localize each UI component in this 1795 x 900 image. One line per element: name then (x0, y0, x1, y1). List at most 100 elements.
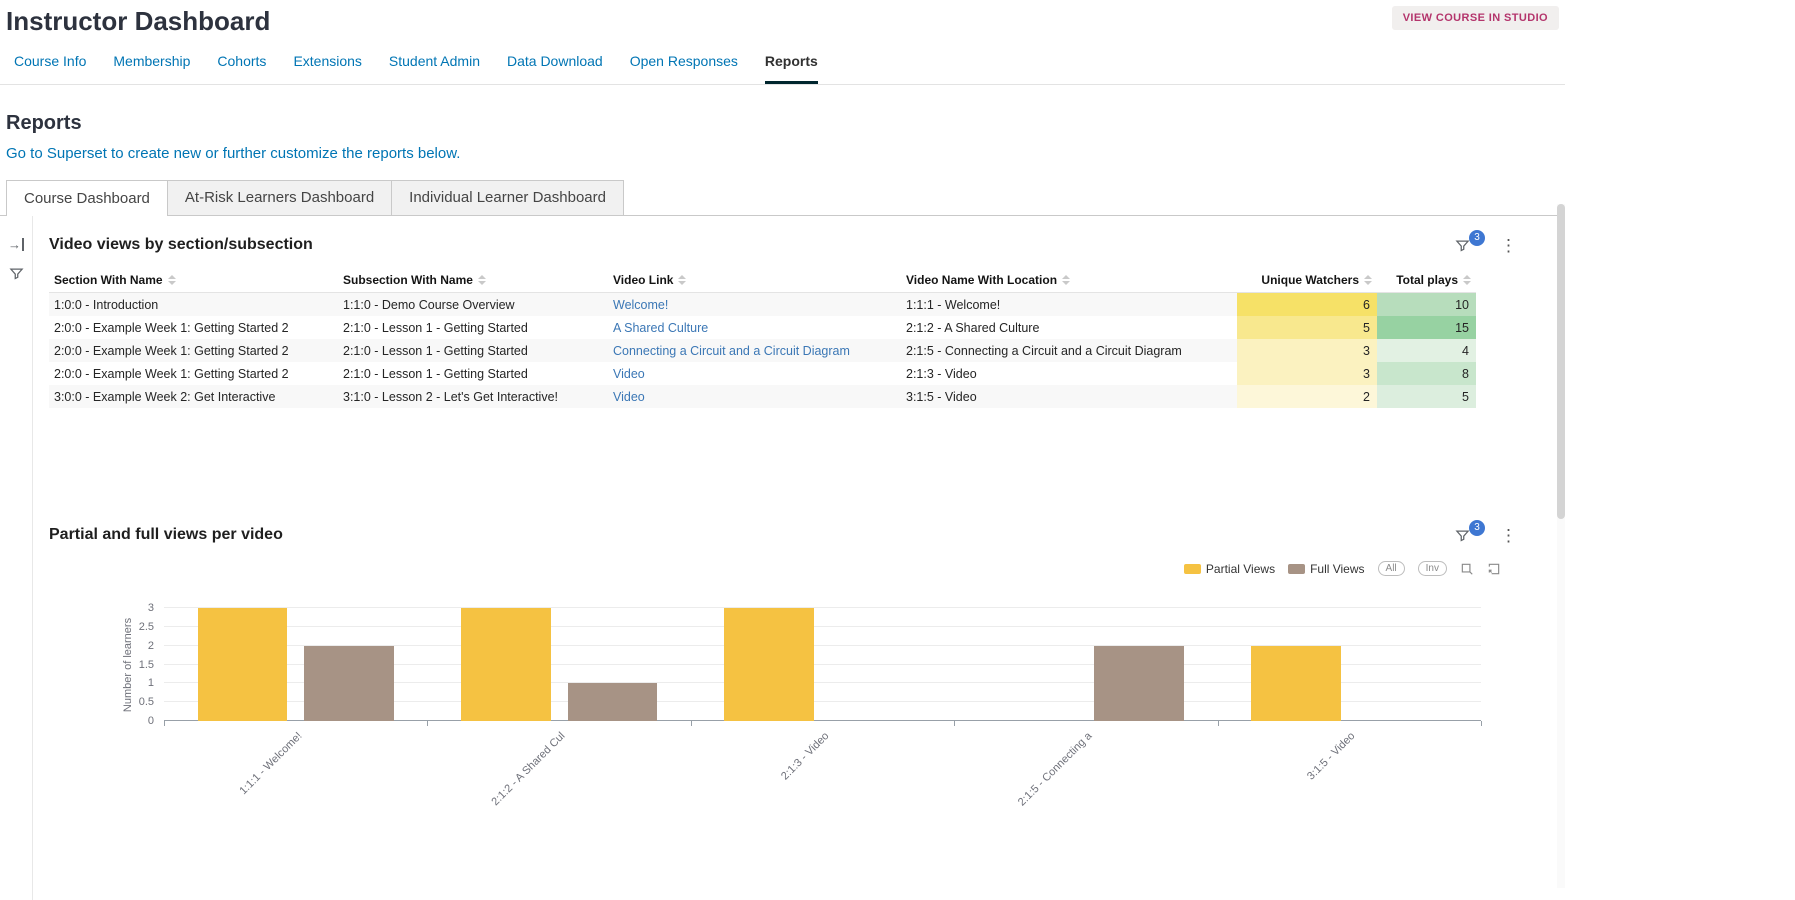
cell-section: 1:0:0 - Introduction (49, 293, 338, 317)
cell-video-name: 3:1:5 - Video (901, 385, 1237, 408)
bar-group (691, 608, 954, 721)
filter-count-badge: 3 (1469, 230, 1485, 246)
video-link[interactable]: Connecting a Circuit and a Circuit Diagr… (613, 344, 850, 358)
filter-rail: → (0, 216, 33, 900)
video-views-table: Section With Name Subsection With Name V… (49, 268, 1476, 408)
chart-legend: Partial Views Full Views All Inv (49, 561, 1501, 576)
kebab-menu-icon[interactable]: ⋮ (1500, 237, 1517, 254)
card-header: Partial and full views per video 3 ⋮ (49, 526, 1517, 544)
dashboard-tabs: Course Dashboard At-Risk Learners Dashbo… (0, 180, 1565, 216)
y-tick-label: 0.5 (139, 696, 154, 708)
legend-swatch-partial (1184, 564, 1201, 574)
legend-full-views[interactable]: Full Views (1288, 562, 1364, 576)
nav-data-download[interactable]: Data Download (507, 53, 603, 84)
x-axis-tick (1481, 721, 1482, 726)
kebab-menu-icon[interactable]: ⋮ (1500, 527, 1517, 544)
col-video-name-with-location[interactable]: Video Name With Location (901, 268, 1237, 293)
video-views-table-card: Video views by section/subsection 3 ⋮ (49, 236, 1517, 408)
legend-partial-views[interactable]: Partial Views (1184, 562, 1275, 576)
legend-all-button[interactable]: All (1378, 561, 1405, 576)
scrollbar-thumb[interactable] (1557, 204, 1565, 519)
view-course-in-studio-button[interactable]: VIEW COURSE IN STUDIO (1392, 6, 1559, 30)
tab-course-dashboard[interactable]: Course Dashboard (6, 180, 168, 216)
table-header-row: Section With Name Subsection With Name V… (49, 268, 1476, 293)
table-row: 2:0:0 - Example Week 1: Getting Started … (49, 316, 1476, 339)
sort-icon (478, 275, 486, 285)
cell-subsection: 2:1:0 - Lesson 1 - Getting Started (338, 362, 608, 385)
cell-section: 3:0:0 - Example Week 2: Get Interactive (49, 385, 338, 408)
expand-filter-bar-icon[interactable]: → (8, 238, 24, 251)
reports-heading: Reports (6, 112, 1559, 135)
filter-icon[interactable] (9, 266, 24, 281)
cell-video-link: Video (608, 385, 901, 408)
zoom-reset-icon[interactable] (1487, 562, 1501, 576)
x-axis-tick (691, 721, 692, 726)
zoom-select-icon[interactable] (1460, 562, 1474, 576)
bar-partial-views[interactable] (724, 608, 814, 721)
applied-filters-icon[interactable]: 3 (1455, 528, 1470, 543)
col-section-with-name[interactable]: Section With Name (49, 268, 338, 293)
applied-filters-icon[interactable]: 3 (1455, 238, 1470, 253)
video-link[interactable]: A Shared Culture (613, 321, 708, 335)
nav-membership[interactable]: Membership (113, 53, 190, 84)
nav-student-admin[interactable]: Student Admin (389, 53, 480, 84)
cell-unique-watchers: 3 (1237, 362, 1377, 385)
cell-total-plays: 10 (1377, 293, 1476, 317)
col-video-link[interactable]: Video Link (608, 268, 901, 293)
tab-individual-learner-dashboard[interactable]: Individual Learner Dashboard (391, 180, 624, 215)
nav-course-info[interactable]: Course Info (14, 53, 86, 84)
bar-full-views[interactable] (304, 646, 394, 721)
table-row: 1:0:0 - Introduction 1:1:0 - Demo Course… (49, 293, 1476, 317)
col-label: Section With Name (54, 273, 163, 287)
nav-cohorts[interactable]: Cohorts (217, 53, 266, 84)
cell-unique-watchers: 5 (1237, 316, 1377, 339)
bar-partial-views[interactable] (1251, 646, 1341, 721)
cell-section: 2:0:0 - Example Week 1: Getting Started … (49, 362, 338, 385)
cell-video-link: A Shared Culture (608, 316, 901, 339)
video-link[interactable]: Video (613, 390, 645, 404)
legend-inv-button[interactable]: Inv (1418, 561, 1447, 576)
cell-total-plays: 8 (1377, 362, 1476, 385)
bar-partial-views[interactable] (461, 608, 551, 721)
y-tick-label: 1 (148, 677, 154, 689)
bar-full-views[interactable] (1094, 646, 1184, 721)
cell-unique-watchers: 3 (1237, 339, 1377, 362)
bar-groups (164, 608, 1481, 721)
x-axis-tick (1218, 721, 1219, 726)
cell-subsection: 3:1:0 - Lesson 2 - Let's Get Interactive… (338, 385, 608, 408)
cell-total-plays: 5 (1377, 385, 1476, 408)
col-subsection-with-name[interactable]: Subsection With Name (338, 268, 608, 293)
col-unique-watchers[interactable]: Unique Watchers (1237, 268, 1377, 293)
legend-label: Full Views (1310, 562, 1364, 576)
y-tick-label: 2.5 (139, 621, 154, 633)
instructor-nav: Course Info Membership Cohorts Extension… (0, 53, 1565, 85)
video-link[interactable]: Video (613, 367, 645, 381)
table-row: 2:0:0 - Example Week 1: Getting Started … (49, 362, 1476, 385)
nav-reports[interactable]: Reports (765, 53, 818, 84)
legend-label: Partial Views (1206, 562, 1275, 576)
table-row: 2:0:0 - Example Week 1: Getting Started … (49, 339, 1476, 362)
x-axis-tick (164, 721, 165, 726)
superset-link[interactable]: Go to Superset to create new or further … (6, 145, 460, 162)
bar-full-views[interactable] (568, 683, 658, 721)
nav-extensions[interactable]: Extensions (293, 53, 361, 84)
nav-open-responses[interactable]: Open Responses (630, 53, 738, 84)
cell-subsection: 1:1:0 - Demo Course Overview (338, 293, 608, 317)
video-link[interactable]: Welcome! (613, 298, 668, 312)
y-tick-label: 3 (148, 602, 154, 614)
dashboard-content: Video views by section/subsection 3 ⋮ (33, 216, 1565, 900)
x-tick-label: 2:1:5 - Connecting a (1016, 730, 1095, 809)
page-header: Instructor Dashboard VIEW COURSE IN STUD… (0, 0, 1565, 37)
instructor-dashboard-page: Instructor Dashboard VIEW COURSE IN STUD… (0, 0, 1565, 888)
sort-icon (1364, 275, 1372, 285)
bar-group (1218, 608, 1481, 721)
bar-partial-views[interactable] (198, 608, 288, 721)
bar-plot: Number of learners 00.511.522.531:1:1 - … (164, 608, 1481, 721)
cell-video-link: Video (608, 362, 901, 385)
col-total-plays[interactable]: Total plays (1377, 268, 1476, 293)
y-tick-label: 0 (148, 715, 154, 727)
scrollbar[interactable] (1557, 204, 1565, 888)
card-header: Video views by section/subsection 3 ⋮ (49, 236, 1517, 254)
cell-video-name: 1:1:1 - Welcome! (901, 293, 1237, 317)
tab-at-risk-learners-dashboard[interactable]: At-Risk Learners Dashboard (167, 180, 392, 215)
